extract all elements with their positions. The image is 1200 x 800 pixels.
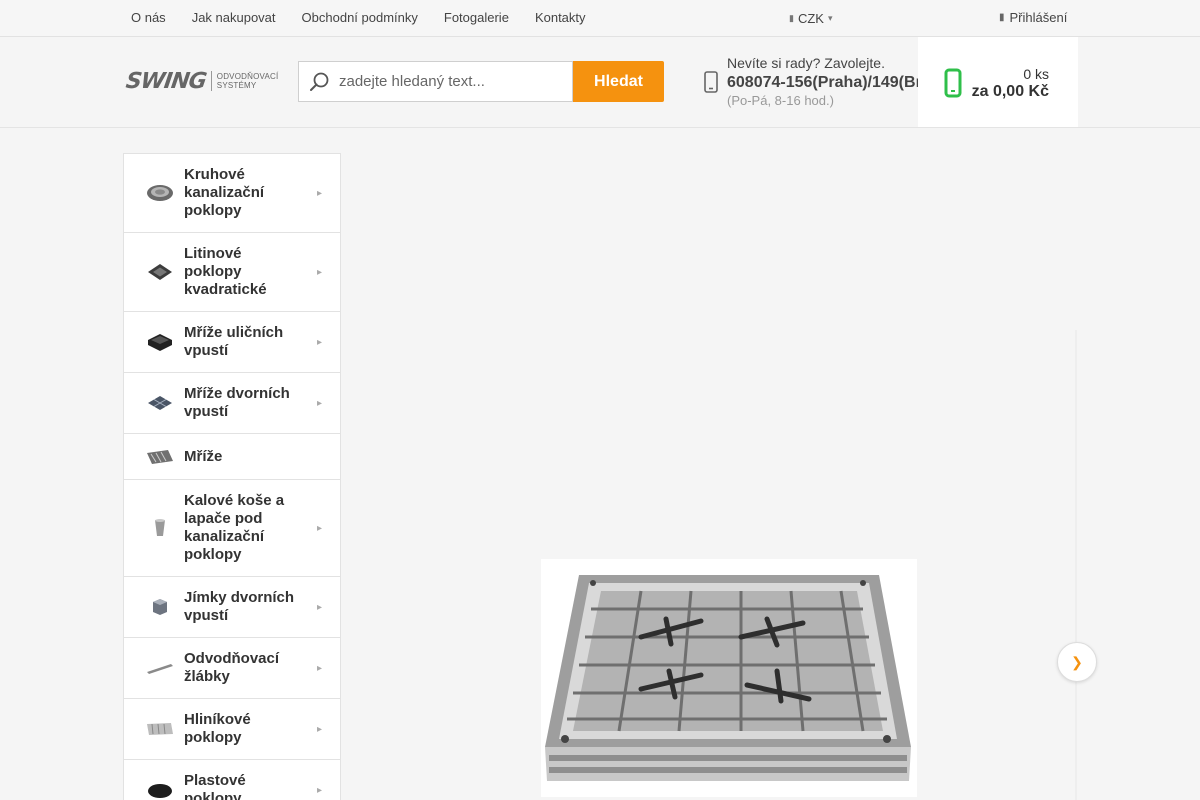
phone-text: Nevíte si rady? Zavolejte. 608074-156(Pr…	[727, 53, 920, 109]
manhole-cover-round-icon	[145, 182, 174, 204]
category-kalove-kose[interactable]: Kalové koše a lapače pod kanalizační pok…	[124, 480, 340, 577]
chevron-right-icon: ▸	[316, 336, 322, 348]
category-label: Odvodňovací žlábky	[184, 650, 280, 685]
chevron-right-icon: ▸	[316, 397, 322, 409]
grate-icon	[145, 445, 174, 468]
yard-sump-icon	[145, 596, 174, 618]
category-odvodnovaci-zlabky[interactable]: Odvodňovací žlábky ▸	[124, 638, 340, 699]
chevron-right-icon: ▸	[316, 266, 322, 278]
search-button[interactable]: Hledat	[573, 61, 664, 102]
search-form: Hledat	[298, 61, 664, 103]
category-label: Hliníkové poklopy	[184, 711, 251, 746]
chevron-right-icon: ▸	[316, 601, 322, 613]
search-box	[298, 61, 573, 102]
plastic-cover-icon	[145, 779, 174, 800]
cart-item-count: 0 ks	[1023, 66, 1049, 82]
login-label: Přihlášení	[1009, 9, 1068, 25]
category-label: Kalové koše a lapače pod kanalizační pok…	[184, 492, 285, 563]
category-sidebar: Kruhové kanalizační poklopy ▸ Litinové p…	[123, 153, 341, 800]
category-label: Kruhové kanalizační poklopy	[184, 166, 265, 219]
nav-link-obchodni-podminky[interactable]: Obchodní podmínky	[289, 0, 431, 36]
phone-question: Nevíte si rady? Zavolejte.	[727, 55, 885, 71]
category-label: Litinové poklopy kvadratické	[184, 245, 267, 298]
sludge-basket-icon	[145, 517, 174, 539]
category-mrize-dvornich-vpusti[interactable]: Mříže dvorních vpustí ▸	[124, 373, 340, 434]
nav-link-kontakty[interactable]: Kontakty	[522, 0, 599, 36]
logo-divider	[210, 71, 212, 91]
category-mrize[interactable]: Mříže	[124, 434, 340, 480]
manhole-cover-square-icon	[145, 261, 174, 283]
yard-grate-icon	[145, 392, 174, 414]
category-label: Jímky dvorních vpustí	[184, 589, 295, 624]
nav-link-o-nas[interactable]: O nás	[118, 0, 179, 36]
drainage-channel-icon	[145, 657, 174, 679]
nav-link-fotogalerie[interactable]: Fotogalerie	[431, 0, 522, 36]
cart-total-price: za 0,00 Kč	[971, 83, 1049, 100]
top-bar: O nás Jak nakupovat Obchodní podmínky Fo…	[0, 0, 1200, 37]
chevron-down-icon: ▾	[827, 12, 833, 23]
category-label: Mříže	[184, 447, 223, 465]
aluminium-cover-icon	[145, 718, 174, 740]
chevron-right-icon: ❯	[1071, 653, 1083, 670]
cart-widget[interactable]: 0 ks za 0,00 Kč	[918, 37, 1078, 127]
category-plastove-poklopy[interactable]: Plastové poklopy ▸	[124, 760, 340, 800]
category-label: Mříže dvorních vpustí	[184, 385, 290, 420]
coins-icon: ▮	[789, 12, 794, 23]
category-label: Plastové poklopy	[184, 772, 246, 800]
product-image-aluminium-cover[interactable]	[541, 559, 917, 797]
street-grate-icon	[145, 331, 174, 353]
header: SWING ODVODŇOVACÍ SYSTÉMY Hledat	[0, 37, 1200, 128]
logo-text-line-1: ODVODŇOVACÍ	[216, 72, 279, 81]
category-jimky-dvornich-vpusti[interactable]: Jímky dvorních vpustí ▸	[124, 577, 340, 638]
category-kruhove-poklopy[interactable]: Kruhové kanalizační poklopy ▸	[124, 154, 340, 233]
user-icon: ▮	[999, 11, 1005, 23]
category-litinove-poklopy[interactable]: Litinové poklopy kvadratické ▸	[124, 233, 340, 312]
search-input[interactable]	[339, 73, 564, 90]
category-mrize-ulicnich-vpusti[interactable]: Mříže uličních vpustí ▸	[124, 312, 340, 373]
logo-text: ODVODŇOVACÍ SYSTÉMY	[217, 72, 279, 90]
phone-hours: (Po-Pá, 8-16 hod.)	[727, 93, 834, 108]
logo[interactable]: SWING ODVODŇOVACÍ SYSTÉMY	[124, 67, 281, 95]
search-icon	[299, 71, 339, 93]
currency-label: CZK	[797, 10, 824, 26]
chevron-right-icon: ▸	[316, 723, 322, 735]
logo-mark: SWING	[124, 68, 208, 94]
phone-number[interactable]: 608074-156(Praha)/149(Brno)	[727, 72, 920, 93]
currency-selector[interactable]: ▮ CZK ▾	[789, 0, 832, 36]
slider-frame-edge	[1075, 330, 1077, 800]
chevron-right-icon: ▸	[316, 187, 322, 199]
phone-contact: Nevíte si rady? Zavolejte. 608074-156(Pr…	[700, 53, 920, 113]
phone-icon	[704, 71, 718, 93]
chevron-right-icon: ▸	[316, 784, 322, 796]
category-label: Mříže uličních vpustí	[184, 324, 284, 359]
chevron-right-icon: ▸	[316, 522, 322, 534]
login-link[interactable]: ▮ Přihlášení	[999, 0, 1067, 34]
chevron-right-icon: ▸	[316, 662, 322, 674]
category-hlinikove-poklopy[interactable]: Hliníkové poklopy ▸	[124, 699, 340, 760]
nav-link-jak-nakupovat[interactable]: Jak nakupovat	[179, 0, 289, 36]
top-navigation: O nás Jak nakupovat Obchodní podmínky Fo…	[118, 0, 599, 36]
logo-text-line-2: SYSTÉMY	[216, 81, 257, 90]
cart-icon	[944, 68, 962, 98]
slider-next-button[interactable]: ❯	[1057, 642, 1097, 682]
